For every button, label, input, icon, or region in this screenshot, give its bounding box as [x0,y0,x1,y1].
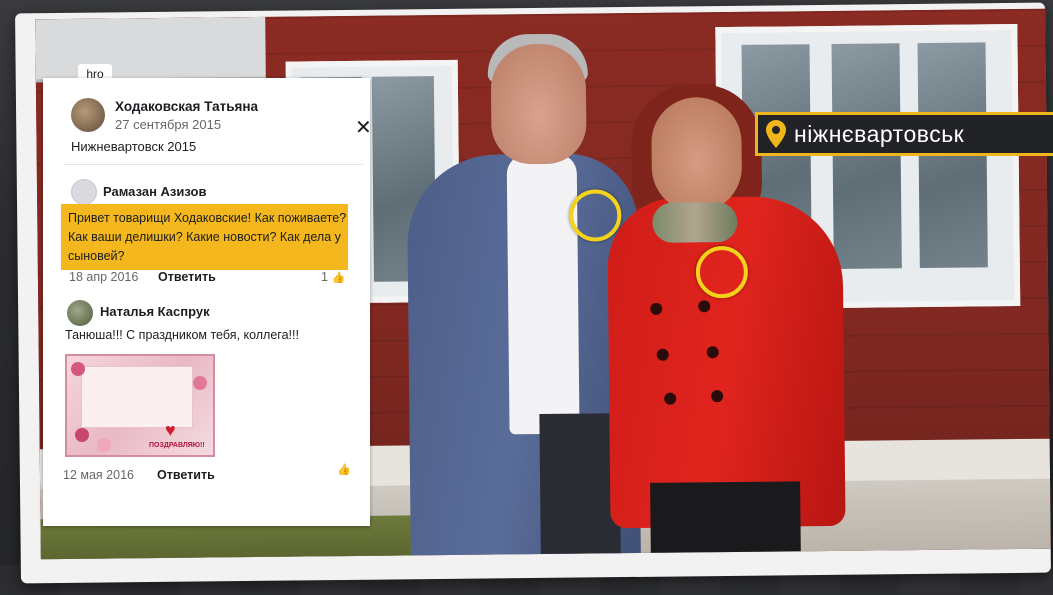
post-header: Ходаковская Татьяна 27 сентября 2015 ✕ [71,98,372,138]
highlight-ring [695,245,749,299]
woman-face [651,96,743,213]
comment-date[interactable]: 12 мая 2016 [63,468,134,482]
flower-decoration [75,428,89,442]
comment-author[interactable]: Наталья Каспрук [100,304,210,319]
comment-date[interactable]: 18 апр 2016 [69,270,138,284]
thumbs-up-icon[interactable]: 👍 [331,271,345,284]
avatar[interactable] [71,98,105,132]
heart-icon: ♥ [165,420,176,440]
roof-eave [35,16,266,83]
highlight-ring [569,189,622,242]
man-shirt [506,153,580,435]
location-badge: ніжнєвартовськ [755,112,1053,156]
reply-button[interactable]: Ответить [157,468,215,482]
facebook-post-card: Ходаковская Татьяна 27 сентября 2015 ✕ Н… [43,78,372,526]
post-author[interactable]: Ходаковская Татьяна [115,99,258,114]
like-count: 1 [321,270,328,284]
man-face [490,43,587,165]
card-message-area [81,366,193,428]
flower-decoration [71,362,85,376]
coat-button [656,348,669,361]
comment-like-count: 1 👍 [321,270,345,284]
comment-author[interactable]: Рамазан Азизов [103,184,206,199]
reply-button[interactable]: Ответить [158,270,216,284]
comment-avatar[interactable] [67,300,93,326]
coat-button [698,300,711,313]
location-name: ніжнєвартовськ [794,120,965,147]
coat-button [664,392,677,405]
coat-button [650,302,663,315]
map-pin-icon [766,120,786,148]
comment-text: Привет товарищи Ходаковские! Как поживае… [68,211,347,263]
coat-button [711,390,724,403]
divider [63,164,363,165]
comment-text: Танюша!!! С праздником тебя, коллега!!! [65,328,299,342]
flower-decoration [193,376,207,390]
close-icon[interactable]: ✕ [355,118,372,138]
woman-scarf [652,201,738,243]
thumbs-up-icon[interactable]: 👍 [337,463,351,476]
coat-button [706,346,719,359]
woman-skirt [650,481,801,553]
comment-avatar[interactable] [71,179,97,205]
flower-decoration [97,438,111,452]
post-date[interactable]: 27 сентября 2015 [115,117,221,132]
post-text: Нижневартовск 2015 [71,139,197,154]
card-banner-text: ПОЗДРАВЛЯЮ!! [149,442,205,449]
greeting-card-image[interactable]: ♥ ПОЗДРАВЛЯЮ!! [65,354,215,457]
